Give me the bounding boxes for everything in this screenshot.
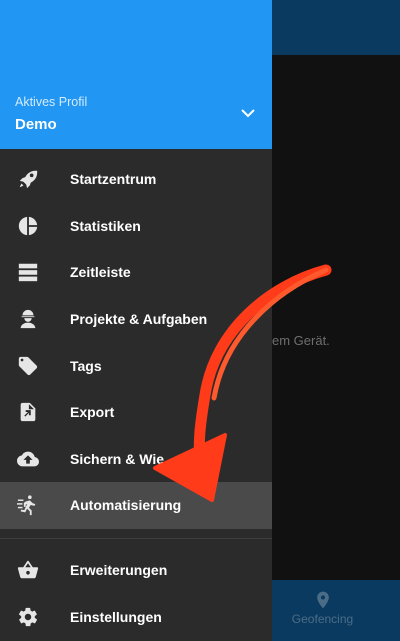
menu-item-label: Sichern & Wie (70, 450, 165, 467)
content-hint-text: em Gerät. (272, 333, 330, 348)
menu-item-startzentrum[interactable]: Startzentrum (0, 156, 272, 203)
menu-item-automatisierung[interactable]: Automatisierung (0, 482, 272, 529)
menu-item-label: Tags (70, 357, 102, 374)
gear-icon (16, 605, 40, 629)
menu-item-zeitleiste[interactable]: Zeitleiste (0, 249, 272, 296)
menu-divider (0, 538, 272, 539)
drawer-secondary-menu: Erweiterungen Einstellungen (0, 547, 272, 640)
location-pin-icon (316, 591, 329, 609)
menu-item-statistiken[interactable]: Statistiken (0, 203, 272, 250)
menu-item-label: Statistiken (70, 217, 141, 234)
bottom-nav-geofencing[interactable]: Geofencing (285, 590, 360, 626)
menu-item-export[interactable]: Export (0, 389, 272, 436)
menu-item-sichern[interactable]: Sichern & Wie (0, 436, 272, 483)
navigation-drawer: Aktives Profil Demo Startzentrum Statist… (0, 0, 272, 641)
menu-item-label: Export (70, 404, 115, 421)
chevron-down-icon[interactable] (238, 105, 258, 121)
tag-icon (16, 354, 40, 378)
menu-item-label: Einstellungen (70, 608, 162, 625)
menu-item-label: Automatisierung (70, 497, 182, 514)
file-export-icon (16, 400, 40, 424)
menu-item-label: Startzentrum (70, 171, 157, 188)
profile-name[interactable]: Demo (15, 116, 57, 133)
menu-item-label: Projekte & Aufgaben (70, 311, 208, 328)
geofencing-label: Geofencing (291, 612, 354, 626)
running-person-icon (16, 493, 40, 517)
menu-item-tags[interactable]: Tags (0, 342, 272, 389)
menu-item-erweiterungen[interactable]: Erweiterungen (0, 547, 272, 594)
worker-icon (16, 307, 40, 331)
menu-item-einstellungen[interactable]: Einstellungen (0, 594, 272, 641)
cloud-upload-icon (16, 447, 40, 471)
basket-icon (16, 558, 40, 582)
menu-item-label: Erweiterungen (70, 562, 168, 579)
rocket-icon (16, 167, 40, 191)
list-icon (16, 260, 40, 284)
menu-item-label: Zeitleiste (70, 264, 131, 281)
profile-caption: Aktives Profil (15, 95, 88, 109)
pie-chart-icon (16, 214, 40, 238)
drawer-menu: Startzentrum Statistiken Zeitleiste Proj… (0, 156, 272, 529)
drawer-header: Aktives Profil Demo (0, 0, 272, 149)
menu-item-projekte[interactable]: Projekte & Aufgaben (0, 296, 272, 343)
